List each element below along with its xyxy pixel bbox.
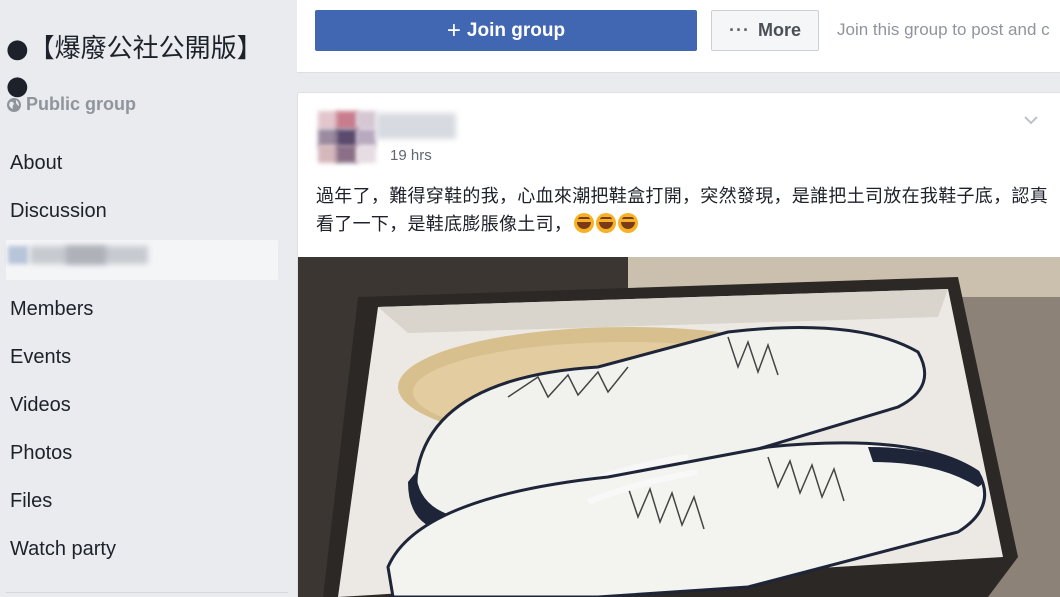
avatar[interactable]: [318, 111, 378, 163]
post-body: 過年了，難得穿鞋的我，心血來潮把鞋盒打開，突然發現，是誰把土司放在我鞋子底，認真…: [316, 186, 1048, 235]
post-card: 19 hrs 過年了，難得穿鞋的我，心血來潮把鞋盒打開，突然發現，是誰把土司放在…: [297, 92, 1060, 597]
globe-icon: [7, 97, 21, 112]
nav-videos[interactable]: Videos: [0, 382, 296, 430]
nav-discussion[interactable]: Discussion: [0, 188, 296, 236]
more-label: More: [757, 20, 801, 40]
group-action-bar: + Join group ··· More Join this group to…: [297, 0, 1060, 73]
group-sidebar: ●【爆廢公社公開版】● Public group About Discussio…: [0, 0, 296, 596]
post-timestamp[interactable]: 19 hrs: [390, 147, 432, 164]
join-group-button[interactable]: + Join group: [315, 10, 697, 51]
laughing-crying-emoji-icon: [596, 213, 617, 233]
plus-icon: +: [446, 16, 461, 44]
privacy-label: Public group: [26, 94, 136, 114]
join-group-label: Join group: [466, 19, 566, 41]
laughing-crying-emoji-icon: [618, 213, 639, 233]
group-nav: About Discussion Members Events Videos P…: [0, 140, 296, 574]
nav-item-redacted[interactable]: [6, 240, 278, 280]
privacy-indicator: Public group: [6, 94, 136, 115]
more-dots-icon: ···: [729, 20, 750, 40]
nav-photos[interactable]: Photos: [0, 430, 296, 478]
chevron-down-icon[interactable]: [1023, 115, 1039, 125]
join-hint-text: Join this group to post and c: [837, 20, 1050, 39]
nav-events[interactable]: Events: [0, 334, 296, 382]
nav-files[interactable]: Files: [0, 478, 296, 526]
laughing-crying-emoji-icon: [574, 213, 595, 233]
more-button[interactable]: ··· More: [711, 10, 819, 51]
nav-about[interactable]: About: [0, 140, 296, 188]
post-text: 過年了，難得穿鞋的我，心血來潮把鞋盒打開，突然發現，是誰把土司放在我鞋子底，認真…: [316, 183, 1051, 239]
post-photo[interactable]: [298, 257, 1060, 597]
divider: [6, 592, 288, 593]
nav-members[interactable]: Members: [0, 286, 296, 334]
author-name-redacted[interactable]: [376, 113, 456, 139]
nav-watch-party[interactable]: Watch party: [0, 526, 296, 574]
